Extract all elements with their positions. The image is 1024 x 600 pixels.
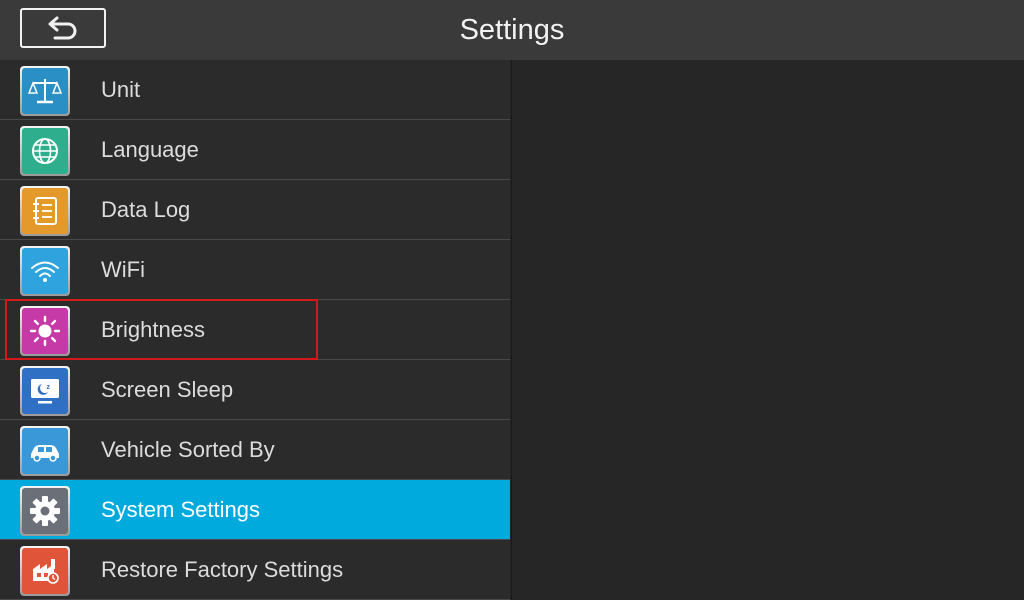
svg-text:z: z — [47, 384, 51, 391]
detail-pane — [511, 60, 1024, 600]
vehicle-tile — [20, 426, 70, 476]
menu-item-label: Unit — [101, 77, 141, 102]
menu-item-label: System Settings — [101, 497, 260, 522]
menu-item-label: Screen Sleep — [101, 377, 234, 402]
wifi-tile — [20, 246, 70, 296]
language-tile — [20, 126, 70, 176]
back-button[interactable] — [20, 8, 106, 48]
monitor-sleep-icon: z — [22, 368, 68, 414]
menu-item-label: WiFi — [101, 257, 145, 282]
notebook-icon — [22, 188, 68, 234]
back-arrow-icon — [48, 16, 77, 40]
gear-icon — [22, 488, 68, 534]
restore-tile — [20, 546, 70, 596]
title-bar: Settings — [0, 0, 1024, 60]
screen-sleep-tile: z — [20, 366, 70, 416]
wifi-icon — [22, 248, 68, 294]
menu-item-label: Vehicle Sorted By — [101, 437, 275, 462]
menu-item-data-log[interactable]: Data Log — [0, 180, 510, 240]
factory-reset-icon — [22, 548, 68, 594]
menu-item-screen-sleep[interactable]: z Screen Sleep — [0, 360, 510, 420]
sun-icon — [22, 308, 68, 354]
menu-item-label: Language — [101, 137, 199, 162]
brightness-tile — [20, 306, 70, 356]
menu-item-label: Brightness — [101, 317, 205, 342]
data-log-tile — [20, 186, 70, 236]
car-icon — [22, 428, 68, 474]
system-settings-tile — [20, 486, 70, 536]
menu-item-wifi[interactable]: WiFi — [0, 240, 510, 300]
menu-item-restore-factory-settings[interactable]: Restore Factory Settings — [0, 540, 510, 600]
menu-item-system-settings[interactable]: System Settings — [0, 480, 510, 540]
menu-item-brightness[interactable]: Brightness — [0, 300, 510, 360]
settings-menu: Unit Language Data Log WiFi Brightness z… — [0, 60, 510, 600]
scale-icon — [22, 68, 68, 114]
page-title: Settings — [459, 14, 565, 46]
menu-item-vehicle-sorted-by[interactable]: Vehicle Sorted By — [0, 420, 510, 480]
menu-item-language[interactable]: Language — [0, 120, 510, 180]
globe-icon — [22, 128, 68, 174]
menu-item-label: Data Log — [101, 197, 191, 222]
menu-item-unit[interactable]: Unit — [0, 60, 510, 120]
menu-item-label: Restore Factory Settings — [101, 557, 344, 582]
unit-tile — [20, 66, 70, 116]
